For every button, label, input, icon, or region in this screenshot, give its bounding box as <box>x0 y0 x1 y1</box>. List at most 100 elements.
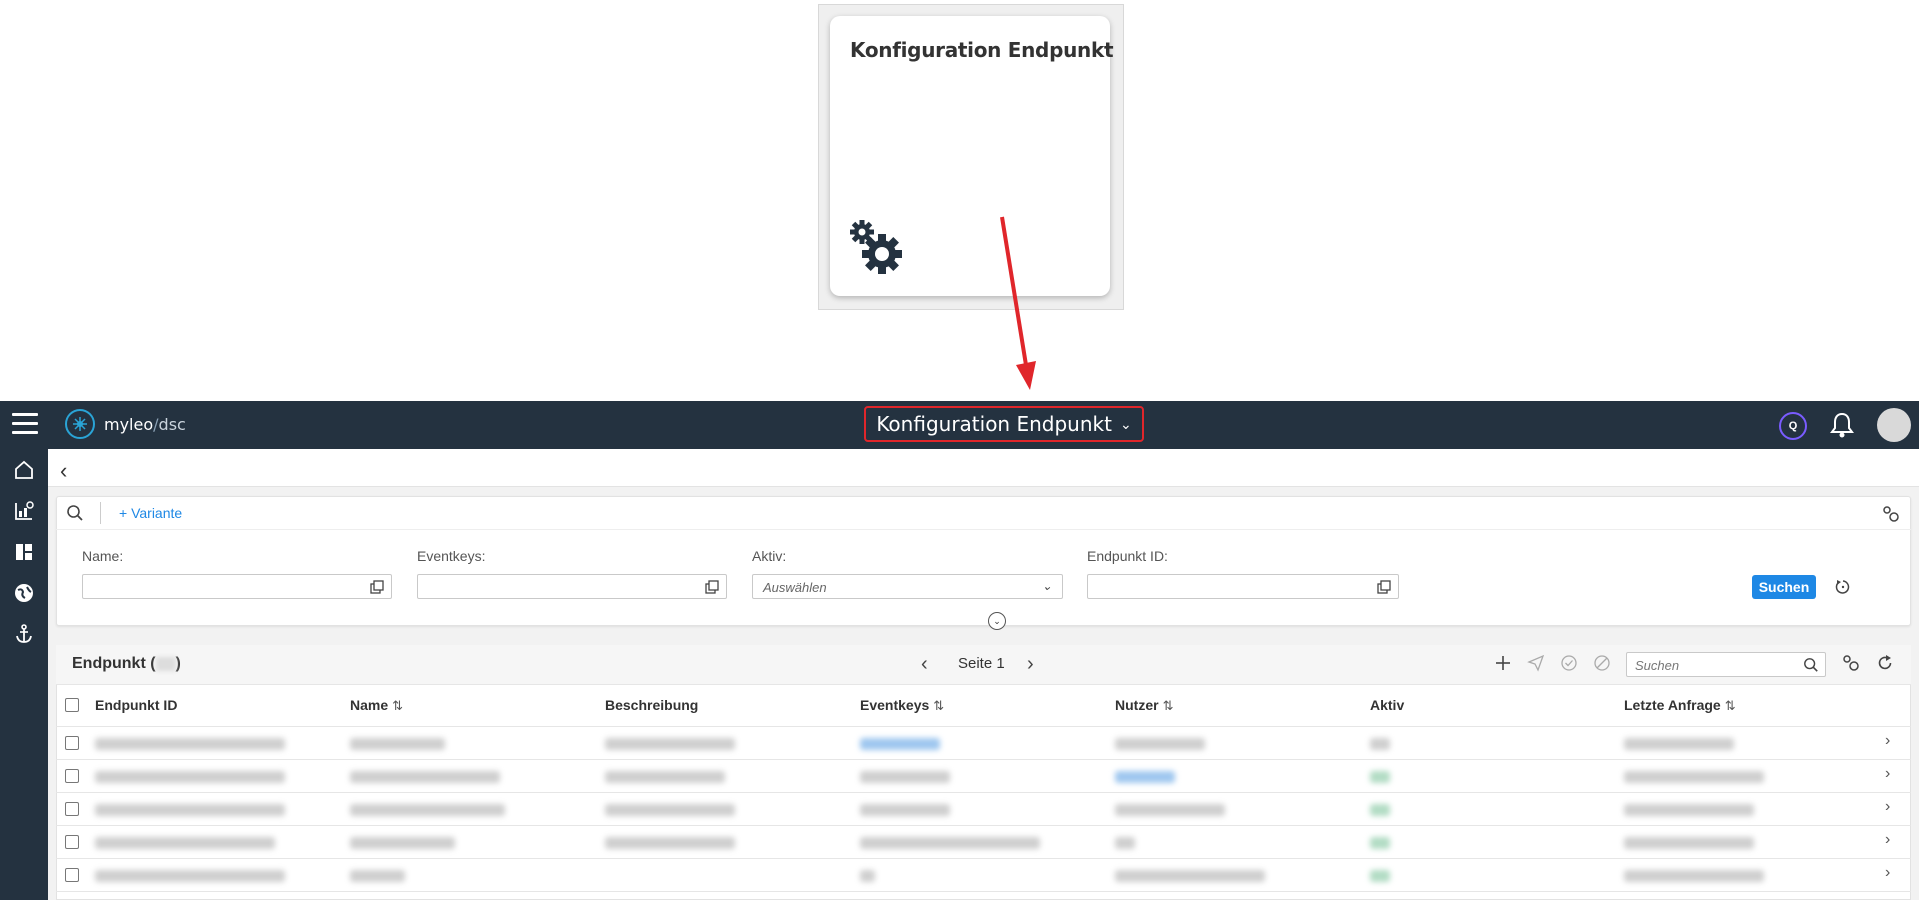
hamburger-menu-icon[interactable] <box>12 413 38 435</box>
redacted-cell <box>350 771 500 783</box>
redacted-cell <box>95 771 285 783</box>
app-title: Konfiguration Endpunkt <box>876 412 1112 436</box>
search-icon[interactable] <box>1803 657 1819 676</box>
redacted-cell <box>1370 738 1390 750</box>
redacted-cell <box>1115 804 1225 816</box>
table-settings-icon[interactable] <box>1842 654 1860 677</box>
aktiv-placeholder: Auswählen <box>763 580 827 595</box>
row-chevron-icon[interactable]: › <box>1885 732 1890 750</box>
row-checkbox[interactable] <box>65 802 79 816</box>
app-title-dropdown[interactable]: Konfiguration Endpunkt ⌄ <box>864 406 1144 442</box>
column-header[interactable]: Aktiv <box>1370 697 1404 713</box>
column-header[interactable]: Name ⇅ <box>350 697 403 714</box>
redacted-cell <box>1370 771 1390 783</box>
value-help-icon[interactable] <box>704 579 720 600</box>
next-page-icon[interactable]: › <box>1027 653 1034 676</box>
redacted-cell <box>350 870 405 882</box>
redacted-cell <box>1115 771 1175 783</box>
refresh-icon[interactable] <box>1876 654 1894 677</box>
left-sidebar <box>0 449 48 900</box>
redacted-cell <box>1624 804 1754 816</box>
row-divider <box>56 858 1911 859</box>
column-header[interactable]: Letzte Anfrage ⇅ <box>1624 697 1736 714</box>
add-variant-link[interactable]: + Variante <box>119 505 182 521</box>
sort-icon: ⇅ <box>392 698 404 713</box>
eventkeys-label: Eventkeys: <box>417 548 486 564</box>
search-button[interactable]: Suchen <box>1752 575 1816 599</box>
redacted-cell <box>95 804 285 816</box>
table-search-placeholder: Suchen <box>1635 658 1680 673</box>
activate-check-icon[interactable] <box>1560 654 1578 677</box>
row-checkbox[interactable] <box>65 835 79 849</box>
row-chevron-icon[interactable]: › <box>1885 765 1890 783</box>
chevron-down-icon: ⌄ <box>1041 579 1052 593</box>
table-search-input[interactable]: Suchen <box>1626 652 1826 677</box>
q-assistant-icon[interactable]: Q <box>1779 412 1807 440</box>
redacted-cell <box>350 837 455 849</box>
eventkeys-input[interactable] <box>417 574 727 599</box>
column-header[interactable]: Endpunkt ID <box>95 697 177 713</box>
endpunkt-id-label: Endpunkt ID: <box>1087 548 1168 564</box>
filter-toolbar <box>56 496 1911 530</box>
analytics-chart-icon[interactable] <box>12 499 36 523</box>
redacted-cell <box>860 837 1040 849</box>
aktiv-label: Aktiv: <box>752 548 787 564</box>
red-arrow-annotation <box>990 215 1040 400</box>
redacted-cell <box>860 804 950 816</box>
reset-icon[interactable] <box>1834 578 1852 601</box>
filter-settings-icon[interactable] <box>1882 505 1900 528</box>
column-header[interactable]: Beschreibung <box>605 697 698 713</box>
redacted-cell <box>350 804 505 816</box>
select-all-checkbox[interactable] <box>65 698 79 712</box>
sort-icon: ⇅ <box>1724 698 1736 713</box>
row-chevron-icon[interactable]: › <box>1885 864 1890 882</box>
redacted-cell <box>605 804 735 816</box>
redacted-cell <box>605 738 735 750</box>
back-bar <box>48 449 1919 487</box>
row-chevron-icon[interactable]: › <box>1885 798 1890 816</box>
dashboard-icon[interactable] <box>12 540 36 564</box>
endpunkt-id-input[interactable] <box>1087 574 1399 599</box>
aktiv-select[interactable]: Auswählen ⌄ <box>752 574 1063 599</box>
user-avatar[interactable] <box>1877 408 1911 442</box>
globe-icon[interactable] <box>12 581 36 605</box>
table-title: Endpunkt () <box>72 655 181 672</box>
anchor-icon[interactable] <box>12 622 36 646</box>
row-chevron-icon[interactable]: › <box>1885 831 1890 849</box>
value-help-icon[interactable] <box>369 579 385 600</box>
redacted-cell <box>1624 738 1734 750</box>
row-divider <box>56 891 1911 892</box>
gears-icon <box>846 218 910 287</box>
chevron-down-icon: ⌄ <box>1119 415 1132 432</box>
record-count <box>155 656 176 671</box>
notification-bell-icon[interactable] <box>1830 412 1854 443</box>
back-arrow-icon[interactable]: ‹ <box>60 458 67 484</box>
deactivate-icon[interactable] <box>1593 654 1611 677</box>
row-checkbox[interactable] <box>65 769 79 783</box>
redacted-cell <box>1624 837 1754 849</box>
redacted-cell <box>605 837 735 849</box>
myleo-logo-icon <box>64 408 96 445</box>
name-input[interactable] <box>82 574 392 599</box>
redacted-cell <box>1624 771 1764 783</box>
previous-page-icon[interactable]: ‹ <box>921 653 928 676</box>
send-icon[interactable] <box>1527 654 1545 677</box>
row-divider <box>56 726 1911 727</box>
add-icon[interactable] <box>1494 654 1512 677</box>
column-header[interactable]: Eventkeys ⇅ <box>860 697 944 714</box>
tile-title: Konfiguration Endpunkt <box>850 38 1114 62</box>
sort-icon: ⇅ <box>1162 698 1174 713</box>
home-icon[interactable] <box>12 458 36 482</box>
redacted-cell <box>350 738 445 750</box>
search-icon[interactable] <box>66 504 84 527</box>
page-label: Seite 1 <box>958 655 1005 672</box>
sort-icon: ⇅ <box>933 698 945 713</box>
row-checkbox[interactable] <box>65 736 79 750</box>
name-label: Name: <box>82 548 124 564</box>
redacted-cell <box>1624 870 1764 882</box>
column-header[interactable]: Nutzer ⇅ <box>1115 697 1173 714</box>
value-help-icon[interactable] <box>1376 579 1392 600</box>
collapse-filter-icon[interactable]: ⌄ <box>988 612 1006 630</box>
redacted-cell <box>860 738 940 750</box>
row-checkbox[interactable] <box>65 868 79 882</box>
